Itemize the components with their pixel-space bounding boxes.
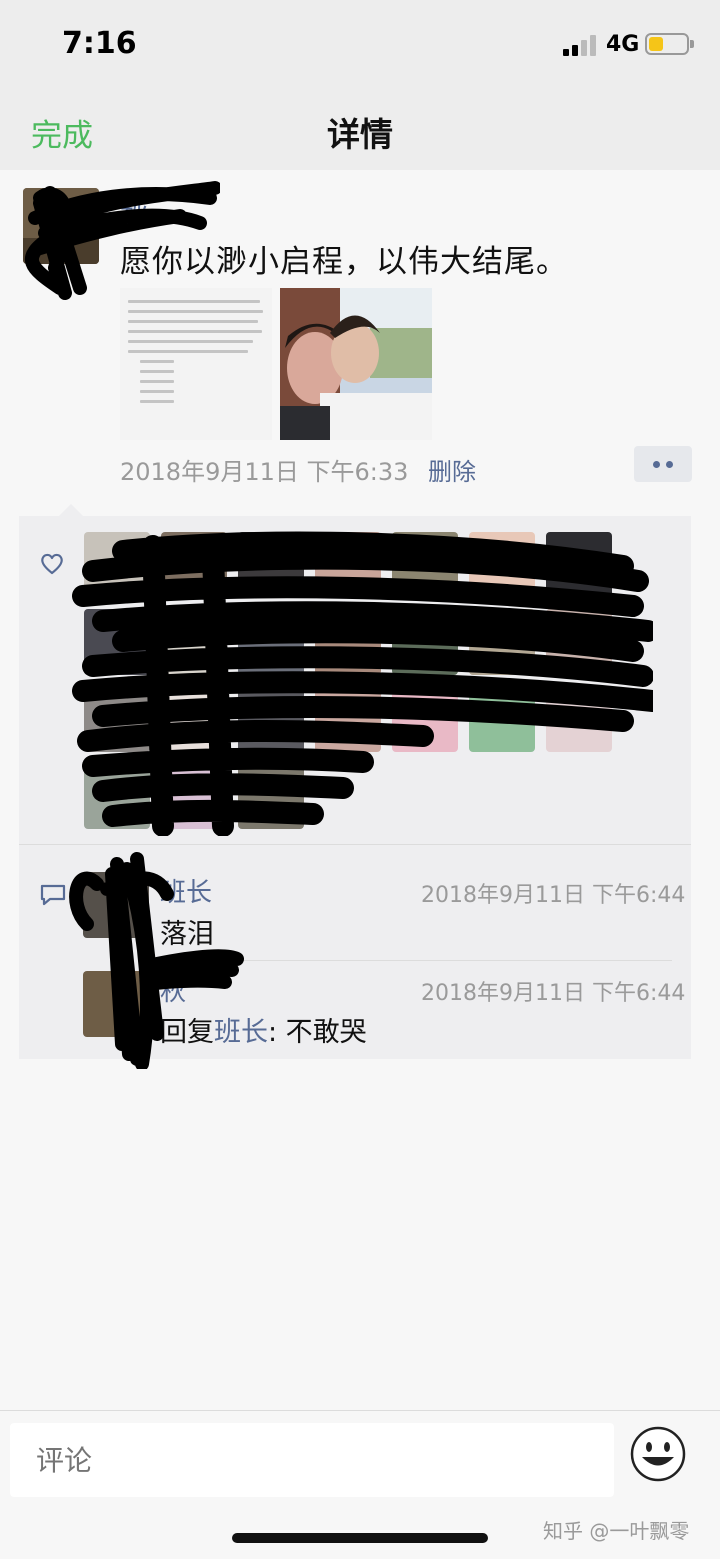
delete-button[interactable]: 删除 (428, 452, 476, 487)
author-avatar[interactable] (23, 188, 99, 264)
battery-icon (645, 33, 694, 55)
commenter-name[interactable]: 班长 (160, 872, 212, 909)
post-image-text-note[interactable] (120, 288, 272, 440)
bottom-bar: 知乎 @一叶飘零 (0, 1410, 720, 1559)
moment-detail: 秋 愿你以渺小启程，以伟大结尾。 2018年9月11日 下午6:33 删除 班长… (0, 170, 720, 1410)
comment-bubble-icon (40, 884, 66, 906)
comment-text: 落泪 (160, 919, 214, 950)
like-avatar[interactable] (546, 532, 612, 598)
smiley-icon[interactable] (630, 1426, 686, 1482)
commenter-avatar[interactable] (83, 872, 149, 938)
like-avatar[interactable] (315, 686, 381, 752)
reply-to-name[interactable]: 班长 (214, 1017, 268, 1048)
nav-bar: 完成 详情 (0, 90, 720, 170)
home-indicator[interactable] (232, 1533, 488, 1543)
more-dots-icon[interactable] (634, 446, 692, 482)
like-avatar[interactable] (238, 686, 304, 752)
comment-timestamp: 2018年9月11日 下午6:44 (421, 981, 686, 1006)
post-text: 愿你以渺小启程，以伟大结尾。 (120, 244, 568, 280)
like-avatar[interactable] (546, 609, 612, 675)
like-avatar[interactable] (161, 763, 227, 829)
comment-reply-text: 回复班长: 不敢哭 (160, 1010, 367, 1049)
heart-icon (41, 553, 63, 575)
network-label: 4G (606, 32, 640, 57)
like-avatar[interactable] (84, 686, 150, 752)
like-avatar[interactable] (469, 686, 535, 752)
commenter-avatar[interactable] (83, 971, 149, 1037)
like-avatar[interactable] (84, 763, 150, 829)
comment-timestamp: 2018年9月11日 下午6:44 (421, 883, 686, 908)
like-avatar[interactable] (469, 532, 535, 598)
like-avatar[interactable] (161, 532, 227, 598)
like-avatar[interactable] (161, 686, 227, 752)
post-timestamp: 2018年9月11日 下午6:33 (120, 458, 409, 486)
comment-input[interactable] (10, 1423, 614, 1497)
like-avatar[interactable] (392, 609, 458, 675)
like-avatar[interactable] (238, 532, 304, 598)
reply-content: : 不敢哭 (268, 1017, 367, 1048)
like-avatar[interactable] (469, 609, 535, 675)
signal-icon (563, 34, 597, 56)
like-avatar[interactable] (392, 532, 458, 598)
commenter-name[interactable]: 秋 (160, 971, 186, 1008)
reply-prefix: 回复 (160, 1017, 214, 1048)
like-avatar[interactable] (315, 532, 381, 598)
like-avatar[interactable] (315, 609, 381, 675)
status-bar: 7:16 4G (0, 0, 720, 90)
like-avatar[interactable] (238, 763, 304, 829)
like-avatar[interactable] (161, 609, 227, 675)
status-time: 7:16 (62, 26, 137, 61)
watermark: 知乎 @一叶飘零 (543, 1519, 690, 1543)
like-avatar[interactable] (84, 532, 150, 598)
like-avatar[interactable] (546, 686, 612, 752)
post-image-photo[interactable] (280, 288, 432, 440)
like-avatar[interactable] (84, 609, 150, 675)
like-avatar[interactable] (392, 686, 458, 752)
interaction-panel: 班长 2018年9月11日 下午6:44 落泪 秋 2018年9月11日 下午6… (19, 504, 691, 1069)
like-avatar[interactable] (238, 609, 304, 675)
page-title: 详情 (327, 115, 393, 154)
author-name[interactable]: 秋 (120, 192, 148, 232)
